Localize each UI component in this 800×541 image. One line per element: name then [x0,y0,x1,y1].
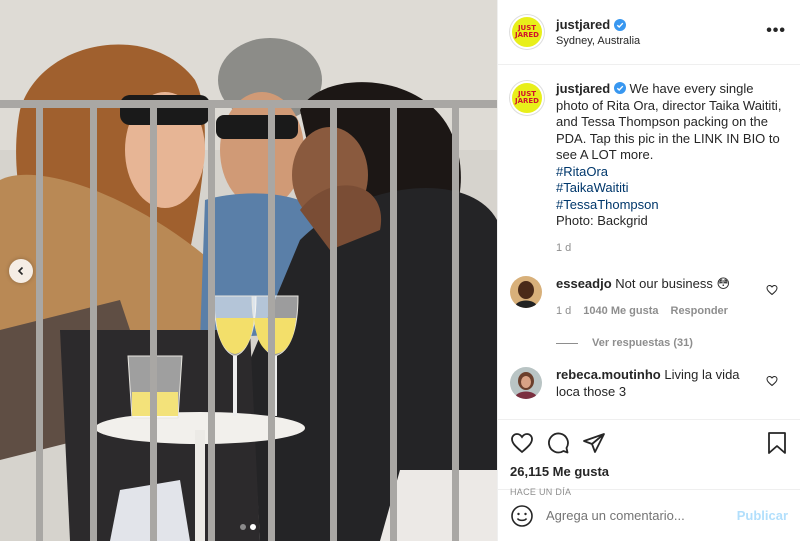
avatar-photo [510,367,542,399]
post-actions: 26,115 Me gusta HACE UN DÍA [498,419,800,497]
author-username-row: justjared [556,17,627,32]
avatar-logo-text: JUST JARED [514,24,539,39]
chevron-left-icon [17,266,24,276]
view-replies-button[interactable]: Ver respuestas (31) [556,337,784,349]
comment-meta: 1 d 1040 Me gusta Responder [556,303,756,320]
commenter-username[interactable]: rebeca.moutinho [556,367,661,382]
caption-avatar[interactable]: JUST JARED [510,81,544,115]
view-replies-label: Ver respuestas (31) [592,337,693,349]
author-meta: justjared Sydney, Australia [556,17,640,47]
verified-badge-icon [614,18,627,31]
commenter-avatar[interactable] [510,367,542,399]
comments-section: JUST JARED justjared We have every singl… [498,65,800,419]
caption-username: justjared [556,81,629,96]
carousel-dot [240,524,246,530]
comment-text: Not our business 😳 [615,276,730,291]
caption: JUST JARED justjared We have every singl… [510,81,784,256]
comment-likes[interactable]: 1040 Me gusta [583,303,658,320]
action-icons [510,428,788,458]
avatar-logo-text: JUST JARED [514,90,539,105]
caption-timestamp[interactable]: 1 d [556,240,784,257]
verified-badge-icon [613,82,626,94]
comment-input[interactable] [546,508,737,523]
carousel-dot-active [250,524,256,530]
carousel-prev-button[interactable] [9,259,33,283]
hashtag-link[interactable]: #RitaOra [556,164,784,181]
post-header: JUST JARED justjared Sydney, Australia •… [498,0,800,65]
post-timestamp[interactable]: HACE UN DÍA [510,487,788,497]
more-options-button[interactable]: ••• [766,22,786,40]
photo-illustration [0,0,497,541]
likes-count[interactable]: 26,115 Me gusta [510,464,788,479]
hashtag-link[interactable]: #TaikaWaititi [556,180,784,197]
commenter-avatar[interactable] [510,276,542,308]
post-sidebar: JUST JARED justjared Sydney, Australia •… [497,0,800,541]
comment-item: esseadjo Not our business 😳 1 d 1040 Me … [510,276,784,319]
comment-body: esseadjo Not our business 😳 1 d 1040 Me … [556,276,756,319]
commenter-username[interactable]: esseadjo [556,276,612,291]
publish-button[interactable]: Publicar [737,508,788,523]
comment-icon[interactable] [546,431,570,455]
post-photo[interactable] [0,0,497,541]
heart-icon[interactable] [510,431,534,455]
hashtag-link[interactable]: #TessaThompson [556,197,784,214]
carousel-indicator [240,524,256,530]
emoji-icon[interactable] [510,504,534,528]
caption-username-text[interactable]: justjared [556,81,610,96]
caption-body: justjared We have every single photo of … [556,81,784,256]
comment-like-heart-icon[interactable] [766,375,778,387]
more-options-icon: ••• [766,22,786,39]
replies-divider [556,342,578,344]
avatar-photo [510,276,542,308]
reply-button[interactable]: Responder [671,303,728,320]
post-location[interactable]: Sydney, Australia [556,35,640,47]
comment-item: rebeca.moutinho Living la vida loca thos… [510,367,784,400]
send-icon[interactable] [582,431,606,455]
comment-timestamp[interactable]: 1 d [556,303,571,320]
instagram-post-view: JUST JARED justjared Sydney, Australia •… [0,0,800,541]
author-username[interactable]: justjared [556,17,610,32]
comment-like-heart-icon[interactable] [766,284,778,296]
photo-credit: Photo: Backgrid [556,213,648,228]
comment-body: rebeca.moutinho Living la vida loca thos… [556,367,756,400]
author-avatar[interactable]: JUST JARED [510,15,544,49]
bookmark-icon[interactable] [766,431,788,455]
